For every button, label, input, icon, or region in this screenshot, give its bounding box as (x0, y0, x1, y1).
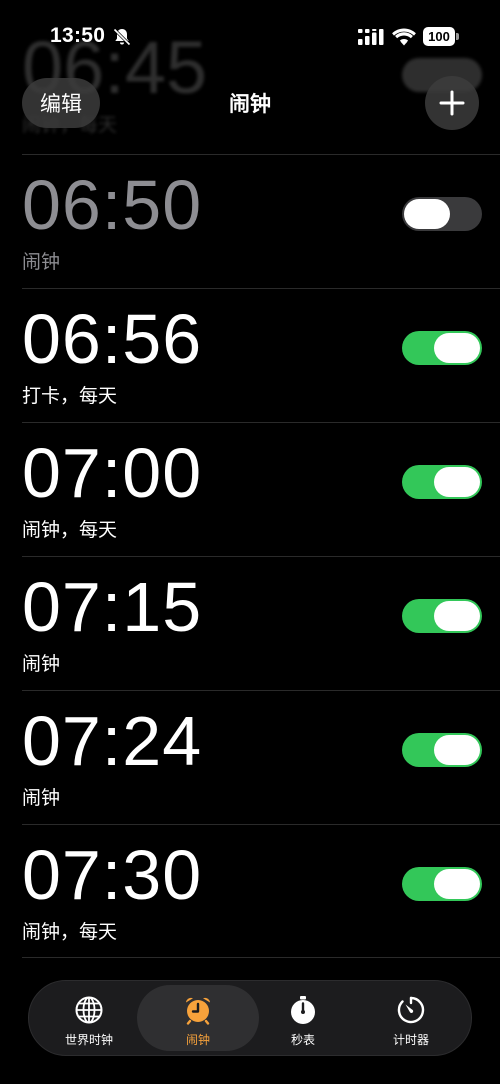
status-bar: 13:50 100 (0, 0, 500, 72)
alarm-toggle[interactable] (402, 331, 482, 365)
timer-icon (397, 996, 425, 1024)
alarm-time: 06:56 (22, 300, 203, 378)
tab-label: 闹钟 (185, 1033, 210, 1047)
status-time: 13:50 (50, 24, 106, 47)
alarm-time: 07:00 (22, 434, 203, 512)
alarm-label: 闹钟 (22, 251, 61, 273)
alarm-toggle[interactable] (402, 867, 482, 901)
wifi-icon (392, 28, 416, 46)
toggle-knob (434, 333, 480, 363)
alarm-time: 07:15 (22, 568, 203, 646)
alarm-row[interactable]: 07:00 闹钟，每天 (22, 422, 500, 556)
battery-level: 100 (423, 27, 455, 46)
bell-slash-icon (113, 28, 131, 46)
add-alarm-button[interactable] (425, 76, 479, 130)
plus-icon (439, 90, 465, 116)
alarm-clock-icon (186, 997, 210, 1025)
tab-bar: 世界时钟 闹钟 秒表 计时器 (28, 980, 472, 1056)
alarm-label: 打卡，每天 (22, 385, 118, 407)
tab-world-clock[interactable]: 世界时钟 (37, 985, 141, 1051)
alarm-label: 闹钟，每天 (22, 519, 118, 541)
toggle-knob (404, 199, 450, 229)
alarm-list: 06:50 闹钟 06:56 打卡，每天 07:00 闹钟，每天 07:15 闹… (0, 154, 500, 958)
toggle-knob (434, 467, 480, 497)
stopwatch-icon (291, 996, 315, 1024)
cellular-signal-icon (358, 29, 384, 45)
tab-stopwatch[interactable]: 秒表 (251, 985, 355, 1051)
toggle-knob (434, 869, 480, 899)
alarm-time: 06:50 (22, 166, 203, 244)
battery-tip (456, 33, 459, 40)
alarm-row[interactable]: 06:56 打卡，每天 (22, 288, 500, 422)
toggle-knob (434, 601, 480, 631)
tab-label: 计时器 (392, 1033, 429, 1047)
alarm-time: 07:30 (22, 836, 203, 914)
navigation-bar: 编辑 闹钟 (0, 72, 500, 136)
globe-icon (75, 996, 103, 1024)
alarm-toggle[interactable] (402, 465, 482, 499)
alarm-label: 闹钟 (22, 787, 61, 809)
alarm-time: 07:24 (22, 702, 203, 780)
alarm-toggle[interactable] (402, 599, 482, 633)
alarm-row[interactable]: 07:24 闹钟 (22, 690, 500, 824)
tab-label: 秒表 (290, 1033, 315, 1047)
tab-label: 世界时钟 (64, 1033, 113, 1047)
alarm-row[interactable]: 07:30 闹钟，每天 (22, 824, 500, 958)
alarm-toggle[interactable] (402, 197, 482, 231)
toggle-knob (434, 735, 480, 765)
alarm-row[interactable]: 07:15 闹钟 (22, 556, 500, 690)
alarm-label: 闹钟，每天 (22, 921, 118, 943)
alarm-row[interactable]: 06:50 闹钟 (22, 154, 500, 288)
clock-app-screen: 06:45 闹钟，每天 13:50 100 (0, 0, 500, 1084)
alarm-label: 闹钟 (22, 653, 61, 675)
tab-alarm[interactable]: 闹钟 (137, 985, 259, 1051)
tab-timer[interactable]: 计时器 (359, 985, 463, 1051)
battery-indicator: 100 (423, 27, 459, 46)
alarm-toggle[interactable] (402, 733, 482, 767)
